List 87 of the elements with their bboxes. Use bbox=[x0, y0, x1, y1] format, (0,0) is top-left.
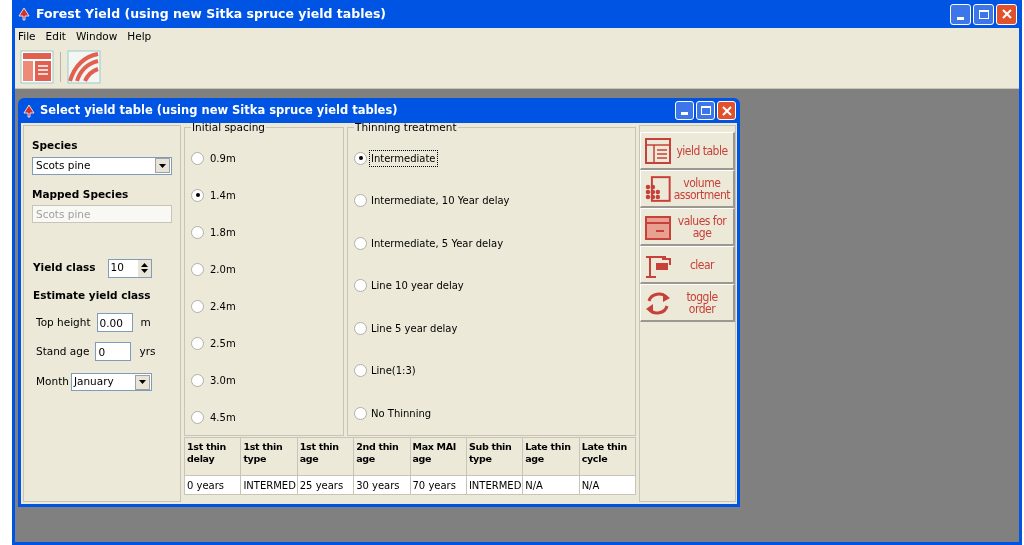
radio-button[interactable] bbox=[191, 262, 204, 276]
menu-item[interactable]: Edit bbox=[45, 28, 66, 45]
table-cell: N/A bbox=[579, 475, 636, 495]
radio-label[interactable]: 0.9m bbox=[210, 150, 236, 166]
radio-button[interactable] bbox=[191, 299, 204, 313]
radio-label[interactable]: Intermediate bbox=[370, 150, 437, 166]
radio-label[interactable]: 2.4m bbox=[210, 298, 236, 314]
field-label: Top height bbox=[36, 314, 91, 330]
growth-curves-icon[interactable] bbox=[67, 49, 101, 84]
minimize-button[interactable] bbox=[675, 101, 694, 120]
action-button[interactable]: clear bbox=[640, 246, 735, 284]
species-dropdown[interactable]: Scots pine bbox=[32, 156, 172, 175]
column-header[interactable]: 1st thin type bbox=[240, 437, 298, 476]
log-pile-icon bbox=[644, 174, 672, 203]
radio-button[interactable] bbox=[191, 336, 204, 350]
close-icon[interactable] bbox=[1001, 9, 1012, 19]
column-header[interactable]: Late thin age bbox=[522, 437, 580, 476]
table-cell: 70 years bbox=[410, 475, 467, 495]
radio-label[interactable]: 4.5m bbox=[210, 409, 236, 425]
column-header[interactable]: Sub thin type bbox=[466, 437, 523, 476]
number-field[interactable]: 0.00 bbox=[96, 313, 133, 333]
table-cell: 25 years bbox=[297, 475, 354, 495]
menu-item[interactable]: Help bbox=[127, 28, 152, 45]
close-button[interactable] bbox=[717, 101, 736, 120]
column-header[interactable]: 1st thin age bbox=[297, 437, 354, 476]
close-icon[interactable] bbox=[721, 105, 732, 116]
tree-icon bbox=[22, 103, 36, 118]
radio-label[interactable]: Line 5 year delay bbox=[370, 320, 459, 336]
radio-button[interactable] bbox=[191, 188, 204, 202]
radio-button[interactable] bbox=[354, 364, 367, 378]
column-header[interactable]: Max MAI age bbox=[410, 437, 467, 476]
radio-button[interactable] bbox=[191, 410, 204, 424]
table-cell: INTERMED bbox=[240, 475, 298, 495]
radio-label[interactable]: No Thinning bbox=[370, 405, 433, 421]
minimize-button[interactable] bbox=[950, 3, 971, 25]
radio-button[interactable] bbox=[354, 236, 367, 250]
action-button[interactable]: yield table bbox=[640, 132, 735, 170]
radio-label[interactable]: Line 10 year delay bbox=[370, 278, 465, 294]
group-title: Initial spacing bbox=[191, 120, 266, 135]
yield-class-spinner[interactable]: 10 bbox=[107, 258, 152, 278]
radio-label[interactable]: Intermediate, 10 Year delay bbox=[370, 193, 511, 209]
table-cell: 0 years bbox=[184, 475, 241, 495]
action-button[interactable]: toggle order bbox=[640, 284, 735, 322]
column-header[interactable]: 2nd thin age bbox=[353, 437, 410, 476]
yield-class-label: Yield class bbox=[33, 260, 96, 276]
radio-label[interactable]: Line(1:3) bbox=[370, 363, 417, 379]
radio-label[interactable]: Intermediate, 5 Year delay bbox=[370, 235, 505, 251]
column-header[interactable]: 1st thin delay bbox=[184, 437, 241, 476]
table-cell: 30 years bbox=[353, 475, 410, 495]
month-label: Month bbox=[36, 374, 69, 390]
radio-label[interactable]: 1.8m bbox=[210, 224, 236, 240]
table-layout-icon[interactable] bbox=[20, 49, 54, 84]
action-button[interactable]: volume assortment bbox=[640, 170, 735, 208]
radio-button[interactable] bbox=[354, 321, 367, 335]
radio-button[interactable] bbox=[354, 194, 367, 208]
menu-item[interactable]: Window bbox=[75, 28, 118, 45]
species-label: Species bbox=[32, 138, 79, 153]
table-cell: N/A bbox=[522, 475, 580, 495]
radio-button[interactable] bbox=[354, 279, 367, 293]
close-button[interactable] bbox=[996, 3, 1017, 25]
number-field[interactable]: 0 bbox=[95, 342, 132, 362]
radio-button[interactable] bbox=[354, 151, 367, 165]
radio-label[interactable]: 2.5m bbox=[210, 335, 236, 351]
radio-label[interactable]: 2.0m bbox=[210, 261, 236, 277]
estimate-heading: Estimate yield class bbox=[33, 287, 152, 303]
tree-icon bbox=[17, 7, 31, 21]
action-button[interactable]: values for age bbox=[640, 208, 735, 246]
maximize-button[interactable] bbox=[696, 101, 715, 120]
window-title: Forest Yield (using new Sitka spruce yield tables) bbox=[36, 4, 388, 23]
dialog-title: Select yield table (using new Sitka spruce yield tables) bbox=[40, 101, 399, 119]
month-dropdown[interactable]: January bbox=[70, 373, 152, 392]
unit-label: m bbox=[140, 314, 151, 330]
radio-button[interactable] bbox=[191, 151, 204, 165]
column-header[interactable]: Late thin cycle bbox=[579, 437, 636, 476]
radio-button[interactable] bbox=[354, 406, 367, 420]
radio-label[interactable]: 3.0m bbox=[210, 372, 236, 388]
menu-item[interactable]: File bbox=[18, 28, 36, 45]
radio-button[interactable] bbox=[191, 225, 204, 239]
table-cell: INTERMED bbox=[466, 475, 523, 495]
field-label: Stand age bbox=[36, 343, 90, 359]
maximize-button[interactable] bbox=[973, 3, 994, 25]
mapped-species-label: Mapped Species bbox=[32, 186, 130, 202]
radio-label[interactable]: 1.4m bbox=[210, 187, 236, 203]
group-title: Thinning treatment bbox=[354, 120, 458, 135]
unit-label: yrs bbox=[139, 343, 156, 359]
table-layout-icon bbox=[644, 136, 672, 165]
radio-button[interactable] bbox=[191, 373, 204, 387]
